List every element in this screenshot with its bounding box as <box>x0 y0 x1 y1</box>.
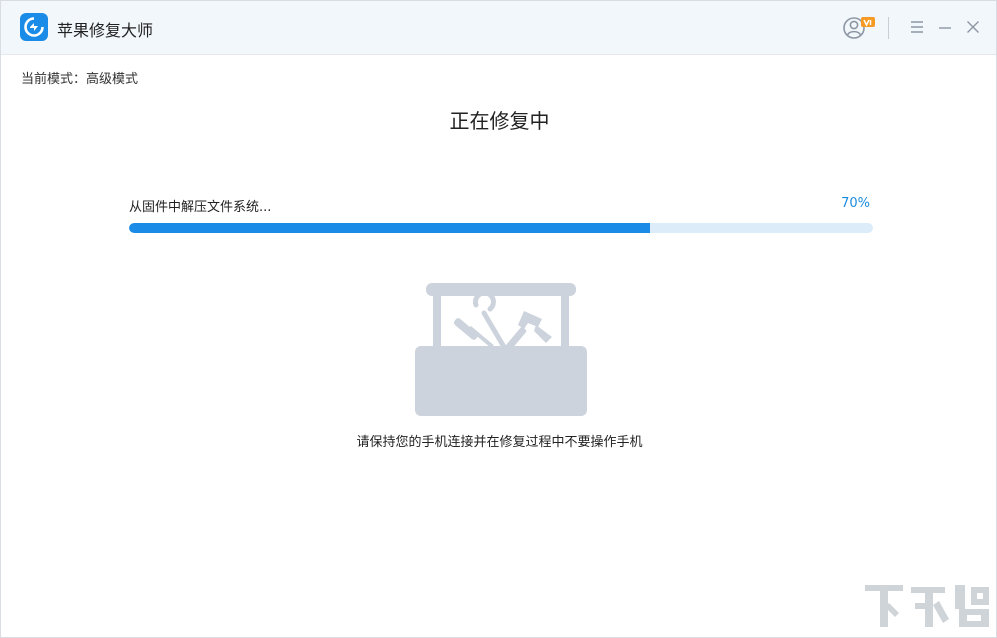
menu-icon[interactable] <box>907 17 927 37</box>
app-title: 苹果修复大师 <box>57 21 154 40</box>
progress-fill <box>129 223 650 233</box>
progress-status: 从固件中解压文件系统... <box>129 200 272 215</box>
app-window: 苹果修复大师 当前模式：高级模式 正在修复中 从固件中解压文件系统... 70% <box>0 0 997 638</box>
connection-hint: 请保持您的手机连接并在修复过程中不要操作手机 <box>356 435 643 450</box>
title-separator <box>888 17 889 39</box>
app-logo-icon <box>20 13 48 41</box>
minimize-icon[interactable] <box>935 17 955 37</box>
page-title: 正在修复中 <box>449 109 550 133</box>
download-site-watermark <box>865 585 989 627</box>
progress-percent: 70% <box>841 196 870 211</box>
close-icon[interactable] <box>963 17 983 37</box>
progress-bar <box>129 223 873 233</box>
current-mode: 当前模式：高级模式 <box>21 68 138 87</box>
user-vip-icon[interactable] <box>842 14 876 42</box>
mode-label: 当前模式： <box>21 72 87 87</box>
mode-value: 高级模式 <box>86 72 139 87</box>
title-bar[interactable]: 苹果修复大师 <box>1 1 996 55</box>
toolbox-icon <box>415 283 587 416</box>
